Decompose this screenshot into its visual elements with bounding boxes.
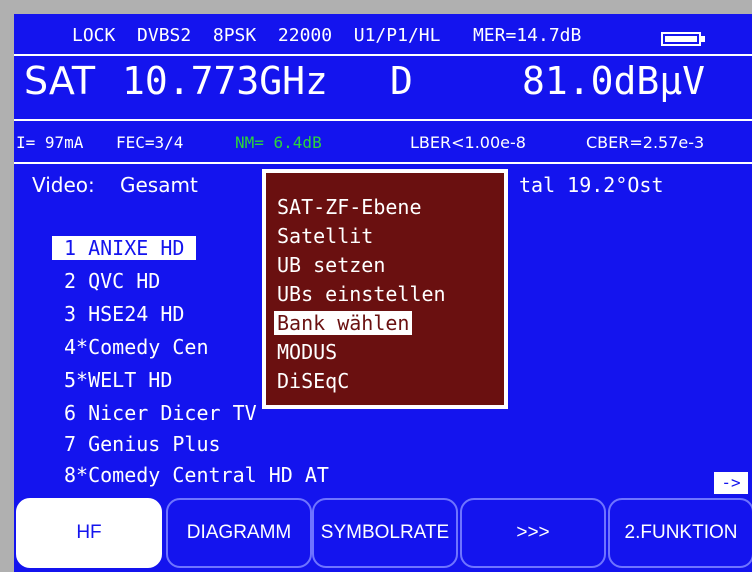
lber-value: LBER<1.00e-8 — [410, 133, 526, 152]
menu-item-satellit[interactable]: Satellit — [274, 224, 376, 248]
analyzer-screen: LOCK DVBS2 8PSK 22000 U1/P1/HL MER=14.7d… — [14, 14, 752, 572]
channel-item[interactable]: 5*WELT HD — [64, 370, 172, 390]
softkey-2-funktion[interactable]: 2.FUNKTION — [608, 498, 752, 568]
lock-status-line: LOCK DVBS2 8PSK 22000 U1/P1/HL MER=14.7d… — [72, 25, 582, 46]
context-menu: SAT-ZF-Ebene Satellit UB setzen UBs eins… — [262, 169, 508, 409]
softkey-diagramm[interactable]: DIAGRAMM — [166, 498, 312, 568]
channel-item[interactable]: 8*Comedy Central HD AT — [64, 465, 329, 485]
menu-item-bank-waehlen[interactable]: Bank wählen — [274, 311, 413, 335]
fec-value: FEC=3/4 — [116, 133, 184, 152]
cber-value: CBER=2.57e-3 — [586, 133, 705, 152]
noise-margin: NM= 6.4dB — [235, 133, 322, 152]
menu-item-ub-setzen[interactable]: UB setzen — [274, 253, 388, 277]
channel-item-selected[interactable]: 1 ANIXE HD — [52, 236, 197, 260]
satellite-value: tal 19.2°Ost — [519, 173, 664, 197]
separator — [14, 119, 752, 121]
menu-item-modus[interactable]: MODUS — [274, 340, 340, 364]
band-label: SAT — [24, 59, 96, 103]
menu-item-diseqc[interactable]: DiSEqC — [274, 369, 352, 393]
channel-item[interactable]: 6 Nicer Dicer TV — [64, 403, 257, 423]
softkey-next-page[interactable]: >>> — [460, 498, 606, 568]
video-label: Video: — [32, 173, 95, 197]
separator — [14, 54, 752, 56]
polarity-value: D — [390, 59, 413, 103]
battery-icon — [661, 32, 705, 46]
channel-item[interactable]: 7 Genius Plus — [64, 434, 221, 454]
scroll-right-button[interactable]: -> — [714, 472, 748, 494]
lnb-current: I= 97mA — [16, 133, 84, 152]
menu-item-sat-zf-ebene[interactable]: SAT-ZF-Ebene — [274, 195, 425, 219]
channel-item[interactable]: 3 HSE24 HD — [64, 304, 184, 324]
separator — [14, 162, 752, 164]
softkey-hf[interactable]: HF — [16, 498, 162, 568]
level-value: 81.0dBµV — [522, 59, 706, 103]
video-value: Gesamt — [120, 173, 198, 197]
frequency-value: 10.773GHz — [122, 59, 328, 103]
menu-item-ubs-einstellen[interactable]: UBs einstellen — [274, 282, 449, 306]
channel-item[interactable]: 2 QVC HD — [64, 271, 160, 291]
softkey-symbolrate[interactable]: SYMBOLRATE — [312, 498, 458, 568]
channel-item[interactable]: 4*Comedy Cen — [64, 337, 209, 357]
